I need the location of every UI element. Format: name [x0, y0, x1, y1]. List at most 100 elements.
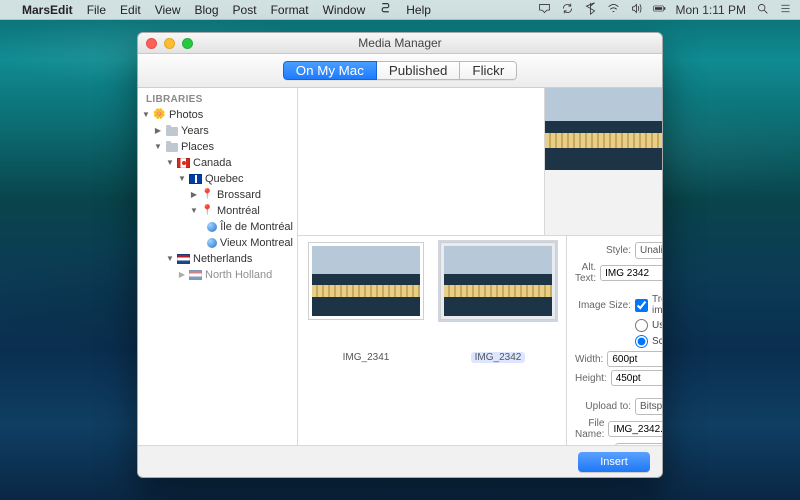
folder-icon	[165, 141, 178, 154]
thumbnail-item[interactable]: IMG_2341	[308, 242, 424, 363]
script-menu-icon[interactable]	[379, 2, 392, 18]
menubar-item-file[interactable]: File	[87, 3, 106, 17]
globe-icon	[207, 237, 217, 250]
width-input[interactable]	[607, 351, 663, 367]
tree-label: Montréal	[217, 203, 260, 219]
menubar-item-view[interactable]: View	[155, 3, 181, 17]
tree-item-canada[interactable]: ▼ Canada	[138, 155, 297, 171]
menubar-item-format[interactable]: Format	[271, 3, 309, 17]
tree-label: Places	[181, 139, 214, 155]
tree-label: Brossard	[217, 187, 261, 203]
menubar-item-edit[interactable]: Edit	[120, 3, 141, 17]
flag-icon	[189, 269, 202, 282]
menubar-item-blog[interactable]: Blog	[195, 3, 219, 17]
minimize-button[interactable]	[164, 38, 175, 49]
tree-label: Canada	[193, 155, 232, 171]
tree-item-years[interactable]: ▶ Years	[138, 123, 297, 139]
tree-item-ile-de-montreal[interactable]: Île de Montréal	[138, 219, 297, 235]
notification-center-icon[interactable]	[779, 2, 792, 18]
scale-to-size-radio[interactable]	[635, 335, 648, 348]
image-thumbnail	[312, 246, 420, 316]
image-size-label: Image Size:	[575, 300, 631, 311]
tree-label: Photos	[169, 107, 203, 123]
preview-thumbnail	[545, 88, 662, 170]
thumbnail-grid: IMG_2341 IMG_2342	[298, 236, 566, 478]
insert-button[interactable]: Insert	[578, 452, 650, 472]
source-segmented-control: On My Mac Published Flickr	[283, 61, 518, 80]
upload-to-label: Upload to:	[575, 401, 631, 412]
tab-published[interactable]: Published	[377, 61, 461, 80]
scale-to-size-label: Scale to size:	[652, 336, 663, 347]
window-toolbar: On My Mac Published Flickr	[138, 54, 662, 88]
file-name-label: File Name:	[575, 418, 604, 440]
sidebar-header: LIBRARIES	[138, 92, 297, 107]
tree-label: North Holland	[205, 267, 272, 283]
window-titlebar[interactable]: Media Manager	[138, 33, 662, 54]
height-label: Height:	[575, 373, 607, 384]
pin-icon: 📍	[201, 205, 214, 218]
menubar-clock[interactable]: Mon 1:11 PM	[676, 3, 746, 17]
tree-item-netherlands[interactable]: ▼ Netherlands	[138, 251, 297, 267]
photos-icon: 🌼	[153, 109, 166, 122]
upper-blank-area	[298, 88, 544, 235]
spotlight-icon[interactable]	[756, 2, 769, 18]
image-thumbnail	[444, 246, 552, 316]
tree-label: Vieux Montreal	[220, 235, 293, 251]
tree-label: Île de Montréal	[220, 219, 293, 235]
tree-item-photos[interactable]: ▼🌼 Photos	[138, 107, 297, 123]
tab-on-my-mac[interactable]: On My Mac	[283, 61, 377, 80]
tree-item-montreal[interactable]: ▼📍 Montréal	[138, 203, 297, 219]
zoom-button[interactable]	[182, 38, 193, 49]
folder-icon	[165, 125, 178, 138]
file-name-input[interactable]	[608, 421, 663, 437]
tree-label: Years	[181, 123, 209, 139]
media-manager-window: Media Manager On My Mac Published Flickr…	[137, 32, 663, 478]
height-input[interactable]	[611, 370, 663, 386]
tree-label: Quebec	[205, 171, 244, 187]
bluetooth-icon[interactable]	[584, 2, 597, 18]
style-value: Unaligned	[640, 245, 663, 256]
upload-to-value: Bitsplitting	[640, 401, 663, 412]
tree-item-brossard[interactable]: ▶📍 Brossard	[138, 187, 297, 203]
battery-icon[interactable]	[653, 2, 666, 18]
pin-icon: 📍	[201, 189, 214, 202]
flag-quebec-icon	[189, 173, 202, 186]
menubar-app-name[interactable]: MarsEdit	[22, 3, 73, 17]
mac-menubar: MarsEdit File Edit View Blog Post Format…	[0, 0, 800, 20]
menubar-item-post[interactable]: Post	[233, 3, 257, 17]
use-full-size-radio[interactable]	[635, 319, 648, 332]
close-button[interactable]	[146, 38, 157, 49]
preview-pane	[544, 88, 662, 235]
alt-text-input[interactable]	[600, 265, 663, 281]
use-full-size-label: Use full size	[652, 320, 663, 331]
flag-netherlands-icon	[177, 253, 190, 266]
window-title: Media Manager	[358, 36, 441, 50]
thumbnail-caption: IMG_2342	[471, 352, 526, 363]
volume-icon[interactable]	[630, 2, 643, 18]
retina-checkbox[interactable]	[635, 299, 648, 312]
alt-text-label: Alt. Text:	[575, 262, 596, 284]
upload-to-select[interactable]: Bitsplitting	[635, 398, 663, 415]
thumbnail-caption: IMG_2341	[343, 352, 390, 363]
tree-item-quebec[interactable]: ▼ Quebec	[138, 171, 297, 187]
tab-flickr[interactable]: Flickr	[460, 61, 517, 80]
width-label: Width:	[575, 354, 603, 365]
style-label: Style:	[575, 245, 631, 256]
flag-canada-icon	[177, 157, 190, 170]
tree-item-places[interactable]: ▼ Places	[138, 139, 297, 155]
tree-label: Netherlands	[193, 251, 252, 267]
tree-item-north-holland[interactable]: ▶ North Holland	[138, 267, 297, 283]
libraries-sidebar: LIBRARIES ▼🌼 Photos ▶ Years ▼ Places	[138, 88, 298, 445]
menubar-item-help[interactable]: Help	[406, 3, 431, 17]
airplay-icon[interactable]	[538, 2, 551, 18]
retina-label: Treat as Retina image	[652, 294, 663, 316]
sync-icon[interactable]	[561, 2, 574, 18]
thumbnail-item-selected[interactable]: IMG_2342	[440, 242, 556, 363]
image-inspector: Style: Unaligned Alt. Text: Image Size:	[566, 236, 663, 478]
wifi-icon[interactable]	[607, 2, 620, 18]
globe-icon	[207, 221, 217, 234]
menubar-item-window[interactable]: Window	[323, 3, 366, 17]
tree-item-vieux-montreal[interactable]: Vieux Montreal	[138, 235, 297, 251]
style-select[interactable]: Unaligned	[635, 242, 663, 259]
window-footer: Insert	[138, 445, 662, 477]
